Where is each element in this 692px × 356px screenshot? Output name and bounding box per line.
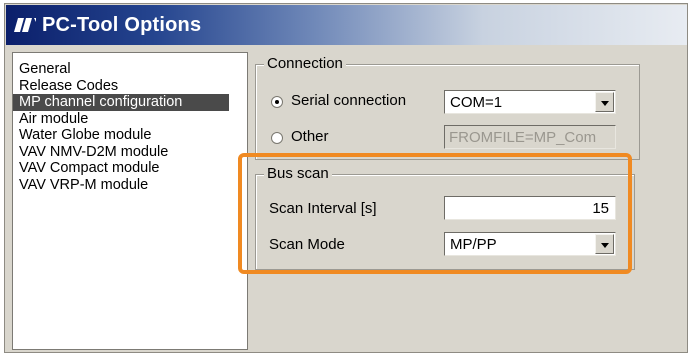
title-bar[interactable]: PC-Tool Options [6,5,687,45]
chevron-down-icon[interactable] [595,92,614,112]
other-field-value: FROMFILE=MP_Com [449,129,597,146]
tree-item-vav-vrp-m-module[interactable]: VAV VRP-M module [13,177,229,194]
bus-scan-highlight [238,153,632,274]
serial-port-select[interactable]: COM=1 [444,90,616,114]
tree-item-vav-compact-module[interactable]: VAV Compact module [13,160,229,177]
app-logo-icon [14,18,36,32]
serial-connection-radio[interactable] [271,96,283,108]
tree-item-release-codes[interactable]: Release Codes [13,78,229,95]
window-title: PC-Tool Options [42,14,202,36]
tree-item-mp-channel-configuration[interactable]: MP channel configuration [13,94,229,111]
tree-item-air-module[interactable]: Air module [13,111,229,128]
tree-item-water-globe-module[interactable]: Water Globe module [13,127,229,144]
connection-legend: Connection [264,55,346,72]
other-radio[interactable] [271,132,283,144]
serial-port-value: COM=1 [450,94,503,111]
tree-item-vav-nmv-d2m-module[interactable]: VAV NMV-D2M module [13,144,229,161]
other-field: FROMFILE=MP_Com [444,125,616,149]
serial-connection-label[interactable]: Serial connection [291,92,406,109]
tree-item-general[interactable]: General [13,61,229,78]
other-label[interactable]: Other [291,128,329,145]
options-tree: General Release Codes MP channel configu… [12,52,248,350]
